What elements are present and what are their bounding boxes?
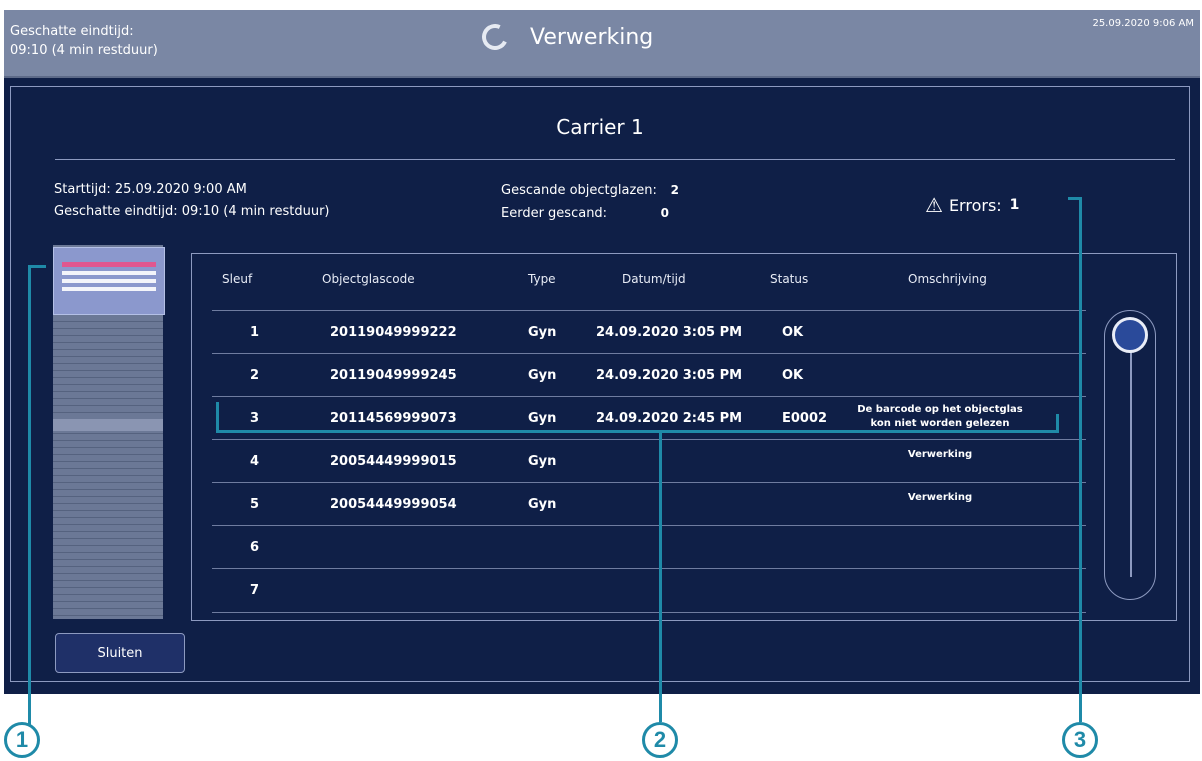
slide-marker [62, 279, 156, 283]
slider-rail [1130, 347, 1132, 577]
cell-code: 20054449999015 [330, 454, 457, 469]
cell-slot: 6 [250, 540, 260, 555]
slide-marker [62, 271, 156, 275]
page-title: Verwerking [478, 20, 654, 54]
table-row[interactable]: 7 [212, 568, 1086, 613]
previous-value: 0 [660, 206, 669, 220]
callout-line-2 [659, 430, 662, 722]
cell-code: 20054449999054 [330, 497, 457, 512]
cell-datetime: 24.09.2020 3:05 PM [596, 368, 743, 383]
errors-count: 1 [1009, 197, 1020, 213]
loading-spinner-icon [478, 20, 512, 54]
table-row[interactable]: 3 20114569999073 Gyn 24.09.2020 2:45 PM … [212, 396, 1086, 440]
top-bar: Geschatte eindtijd: 09:10 (4 min restduu… [4, 10, 1200, 78]
close-button[interactable]: Sluiten [55, 633, 185, 673]
column-header-status: Status [770, 272, 809, 286]
app-screen: Geschatte eindtijd: 09:10 (4 min restduu… [4, 10, 1200, 694]
cell-type: Gyn [528, 454, 557, 469]
system-datetime: 25.09.2020 9:06 AM [1092, 18, 1194, 29]
cell-description: Verwerking [907, 492, 973, 503]
cell-description: De barcode op het objectglas kon niet wor… [857, 404, 1023, 429]
cell-status: OK [782, 368, 804, 383]
cell-status: OK [782, 325, 804, 340]
table-row[interactable]: 4 20054449999015 Gyn Verwerking [212, 439, 1086, 483]
errors-indicator[interactable]: ⚠ Errors: 1 [925, 193, 1019, 217]
callout-line-1 [28, 265, 31, 727]
cell-slot: 3 [250, 411, 260, 426]
start-time: Starttijd: 25.09.2020 9:00 AM [54, 182, 247, 197]
cell-datetime: 24.09.2020 3:05 PM [596, 325, 743, 340]
callout-number-3: 3 [1062, 722, 1098, 758]
scanned-value: 2 [670, 183, 679, 197]
column-header-datetime: Datum/tijd [622, 272, 686, 286]
scanned-label: Gescande objectglazen: [501, 183, 657, 198]
table-row[interactable]: 5 20054449999054 Gyn Verwerking [212, 482, 1086, 526]
scan-counts: Gescande objectglazen: 2 Eerder gescand: 0 [501, 179, 679, 225]
rack-view-window[interactable] [53, 247, 165, 315]
cell-slot: 2 [250, 368, 260, 383]
cell-slot: 4 [250, 454, 260, 469]
column-header-code: Objectglascode [322, 272, 415, 286]
previous-label: Eerder gescand: [501, 206, 608, 221]
estimated-end-label: Geschatte eindtijd: [10, 24, 134, 39]
cell-datetime: 24.09.2020 2:45 PM [596, 411, 743, 426]
slider-handle[interactable] [1112, 317, 1148, 353]
callout-line-2 [216, 402, 219, 432]
cell-code: 20114569999073 [330, 411, 457, 426]
estimated-end-value: 09:10 (4 min restduur) [10, 43, 158, 58]
cell-description: Verwerking [907, 449, 973, 460]
estimated-end-time: Geschatte eindtijd: 09:10 (4 min restduu… [10, 22, 158, 60]
cell-type: Gyn [528, 411, 557, 426]
time-info: Starttijd: 25.09.2020 9:00 AM Geschatte … [54, 179, 330, 223]
table-row[interactable]: 2 20119049999245 Gyn 24.09.2020 3:05 PM … [212, 353, 1086, 397]
estimated-end-detail: Geschatte eindtijd: 09:10 (4 min restduu… [54, 204, 330, 219]
slide-marker [62, 287, 156, 291]
cell-code: 20119049999245 [330, 368, 457, 383]
callout-line-2 [216, 430, 1058, 433]
cell-status: E0002 [782, 411, 828, 426]
warning-triangle-icon: ⚠ [925, 193, 943, 217]
cell-slot: 7 [250, 583, 260, 598]
callout-number-2: 2 [642, 722, 678, 758]
table-row[interactable]: 6 [212, 525, 1086, 569]
error-slot-marker [62, 262, 156, 267]
cell-type: Gyn [528, 497, 557, 512]
callout-line-3 [1079, 197, 1082, 722]
slides-table: Sleuf Objectglascode Type Datum/tijd Sta… [191, 253, 1177, 621]
callout-number-1: 1 [4, 722, 40, 758]
cell-type: Gyn [528, 325, 557, 340]
column-header-type: Type [528, 272, 556, 286]
cell-type: Gyn [528, 368, 557, 383]
scroll-slider[interactable] [1104, 310, 1156, 600]
errors-label: Errors: [948, 195, 1002, 215]
table-row[interactable]: 1 20119049999222 Gyn 24.09.2020 3:05 PM … [212, 310, 1086, 354]
column-header-slot: Sleuf [222, 272, 253, 286]
page-title-text: Verwerking [530, 24, 654, 50]
column-header-description: Omschrijving [908, 272, 987, 286]
callout-line-2 [1056, 414, 1059, 433]
cell-code: 20119049999222 [330, 325, 457, 340]
divider [55, 159, 1175, 160]
cell-slot: 5 [250, 497, 260, 512]
carrier-title: Carrier 1 [556, 115, 644, 139]
cell-slot: 1 [250, 325, 260, 340]
rack-slot-highlight [53, 419, 163, 431]
carrier-panel: Carrier 1 Starttijd: 25.09.2020 9:00 AM … [10, 86, 1190, 682]
